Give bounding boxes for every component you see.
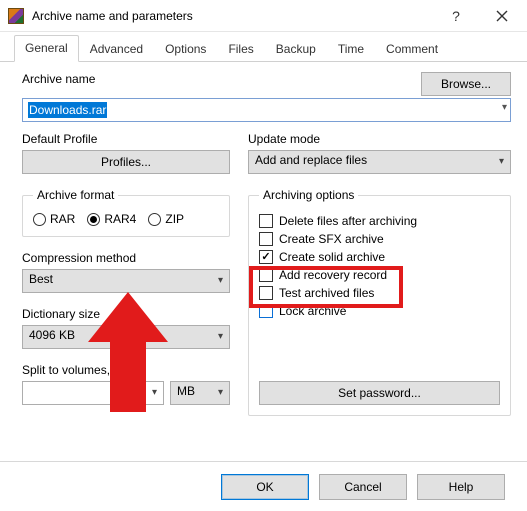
split-unit-combo[interactable]: MB ▾ <box>170 381 230 405</box>
archiving-options-legend: Archiving options <box>259 188 358 202</box>
tab-label: Advanced <box>90 42 143 56</box>
check-create-sfx[interactable]: Create SFX archive <box>259 232 500 246</box>
close-icon <box>496 10 508 22</box>
check-label: Create SFX archive <box>279 232 384 246</box>
update-mode-combo[interactable]: Add and replace files ▾ <box>248 150 511 174</box>
browse-button[interactable]: Browse... <box>421 72 511 96</box>
radio-label: RAR4 <box>104 212 136 226</box>
check-label: Delete files after archiving <box>279 214 417 228</box>
check-label: Test archived files <box>279 286 374 300</box>
ok-button[interactable]: OK <box>221 474 309 500</box>
tab-backup[interactable]: Backup <box>265 36 327 62</box>
check-label: Lock archive <box>279 304 346 318</box>
archive-format-legend: Archive format <box>33 188 118 202</box>
chevron-down-icon: ▾ <box>152 387 157 398</box>
titlebar: Archive name and parameters ? <box>0 0 527 32</box>
chevron-down-icon: ▾ <box>218 331 223 342</box>
check-label: Add recovery record <box>279 268 387 282</box>
check-test-files[interactable]: Test archived files <box>259 286 500 300</box>
archive-name-label: Archive name <box>22 72 413 86</box>
default-profile-label: Default Profile <box>22 132 230 146</box>
button-label: OK <box>256 480 273 494</box>
tab-label: General <box>25 41 68 55</box>
help-button[interactable]: ? <box>433 0 479 32</box>
split-size-combo[interactable]: ▾ <box>22 381 164 405</box>
tab-label: Backup <box>276 42 316 56</box>
radio-icon <box>148 213 161 226</box>
button-label: Profiles... <box>101 155 151 169</box>
tab-options[interactable]: Options <box>154 36 217 62</box>
radio-zip[interactable]: ZIP <box>148 212 184 226</box>
button-label: Browse... <box>441 77 491 91</box>
dictionary-label: Dictionary size <box>22 307 230 321</box>
dialog-footer: OK Cancel Help <box>0 461 527 511</box>
compression-label: Compression method <box>22 251 230 265</box>
combo-value: MB <box>177 384 195 398</box>
tab-label: Options <box>165 42 206 56</box>
compression-combo[interactable]: Best ▾ <box>22 269 230 293</box>
profiles-button[interactable]: Profiles... <box>22 150 230 174</box>
set-password-button[interactable]: Set password... <box>259 381 500 405</box>
radio-icon <box>87 213 100 226</box>
tab-advanced[interactable]: Advanced <box>79 36 154 62</box>
checkbox-icon <box>259 304 273 318</box>
chevron-down-icon: ▾ <box>218 275 223 286</box>
radio-label: ZIP <box>165 212 184 226</box>
combo-value: Best <box>29 272 53 286</box>
update-mode-label: Update mode <box>248 132 511 146</box>
button-label: Help <box>449 480 474 494</box>
tab-comment[interactable]: Comment <box>375 36 449 62</box>
tab-label: Comment <box>386 42 438 56</box>
check-label: Create solid archive <box>279 250 385 264</box>
button-label: Cancel <box>344 480 381 494</box>
tab-label: Files <box>228 42 253 56</box>
close-button[interactable] <box>479 0 525 32</box>
tab-label: Time <box>338 42 364 56</box>
app-icon <box>8 8 24 24</box>
radio-rar4[interactable]: RAR4 <box>87 212 136 226</box>
checkbox-icon <box>259 286 273 300</box>
radio-label: RAR <box>50 212 75 226</box>
check-lock-archive[interactable]: Lock archive <box>259 304 500 318</box>
tabstrip: General Advanced Options Files Backup Ti… <box>0 32 527 62</box>
checkbox-icon <box>259 250 273 264</box>
dictionary-combo[interactable]: 4096 KB ▾ <box>22 325 230 349</box>
archive-name-field[interactable]: Downloads.rar ▾ <box>22 98 511 122</box>
chevron-down-icon: ▾ <box>218 387 223 398</box>
checkbox-icon <box>259 232 273 246</box>
tab-files[interactable]: Files <box>217 36 264 62</box>
help-footer-button[interactable]: Help <box>417 474 505 500</box>
radio-icon <box>33 213 46 226</box>
split-label: Split to volumes, size <box>22 363 230 377</box>
radio-rar[interactable]: RAR <box>33 212 75 226</box>
tab-time[interactable]: Time <box>327 36 375 62</box>
archiving-options-group: Archiving options Delete files after arc… <box>248 188 511 416</box>
dialog-body: Archive name Browse... Downloads.rar ▾ D… <box>0 62 527 424</box>
chevron-down-icon: ▾ <box>499 156 504 167</box>
combo-value: 4096 KB <box>29 328 75 342</box>
checkbox-icon <box>259 214 273 228</box>
check-create-solid[interactable]: Create solid archive <box>259 250 500 264</box>
check-delete-after[interactable]: Delete files after archiving <box>259 214 500 228</box>
checkbox-icon <box>259 268 273 282</box>
archive-name-value: Downloads.rar <box>28 102 107 118</box>
cancel-button[interactable]: Cancel <box>319 474 407 500</box>
button-label: Set password... <box>338 386 421 400</box>
check-add-recovery[interactable]: Add recovery record <box>259 268 500 282</box>
window-title: Archive name and parameters <box>32 9 433 23</box>
tab-general[interactable]: General <box>14 35 79 62</box>
archive-format-group: Archive format RAR RAR4 ZIP <box>22 188 230 237</box>
combo-value: Add and replace files <box>255 153 367 167</box>
